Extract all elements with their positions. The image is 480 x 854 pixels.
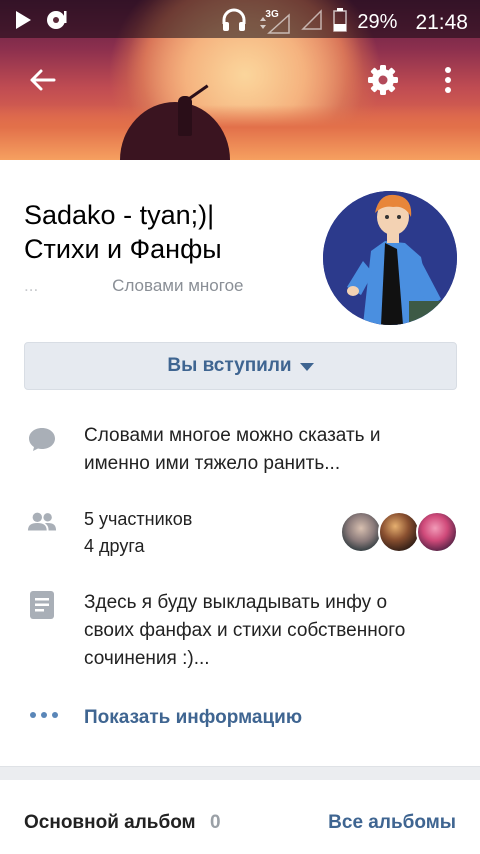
members-icon [27, 507, 57, 537]
clock: 21:48 [415, 10, 468, 34]
chevron-down-icon [299, 363, 314, 371]
community-avatar[interactable] [323, 191, 457, 325]
friends-count: 4 друга [84, 536, 145, 556]
document-icon [27, 590, 57, 620]
album-count: 0 [210, 812, 221, 833]
back-arrow-icon [30, 69, 56, 91]
members-info[interactable]: 5 участников 4 друга [84, 506, 192, 560]
member-avatar [340, 511, 382, 553]
community-title-line2: Стихи и Фанфы [24, 234, 222, 264]
community-page: 3G 29% 21:48 Sadako - tyan;)| Стихи и Фа… [0, 0, 480, 854]
members-count: 5 участников [84, 509, 193, 529]
dots-icon [30, 712, 58, 718]
status-fade [270, 274, 304, 300]
network-icon: 3G [257, 9, 291, 35]
status-dots: ... [24, 276, 39, 295]
status-bar: 3G 29% 21:48 [0, 0, 480, 38]
status-preview-text: Словами многое [112, 276, 244, 295]
member-avatar [378, 511, 420, 553]
settings-button[interactable] [363, 60, 403, 100]
all-albums-link[interactable]: Все альбомы [328, 812, 456, 834]
section-divider [0, 766, 480, 780]
gear-icon [368, 65, 398, 95]
battery-percent: 29% [357, 11, 398, 33]
community-status-preview: ... Словами многое [24, 276, 300, 298]
member-avatar [416, 511, 458, 553]
membership-button-label: Вы вступили [167, 355, 292, 376]
community-description: Здесь я буду выкладывать инфу о своих фа… [84, 592, 406, 669]
battery-icon [333, 8, 348, 37]
album-title: Основной альбом [24, 812, 196, 833]
community-status: Словами многое можно сказать и именно им… [84, 425, 381, 474]
play-icon [14, 10, 32, 35]
signal-icon [301, 9, 323, 36]
more-vertical-icon [445, 67, 451, 93]
back-button[interactable] [22, 60, 62, 100]
member-avatars[interactable] [340, 511, 458, 553]
comment-icon [27, 424, 57, 454]
more-button[interactable] [428, 60, 468, 100]
show-info-link[interactable]: Показать информацию [84, 707, 302, 729]
community-title: Sadako - tyan;)| Стихи и Фанфы [24, 198, 314, 266]
membership-button[interactable]: Вы вступили [24, 342, 457, 390]
headphones-icon [221, 8, 247, 37]
community-title-line1: Sadako - tyan;)| [24, 200, 215, 230]
music-icon [46, 9, 70, 36]
